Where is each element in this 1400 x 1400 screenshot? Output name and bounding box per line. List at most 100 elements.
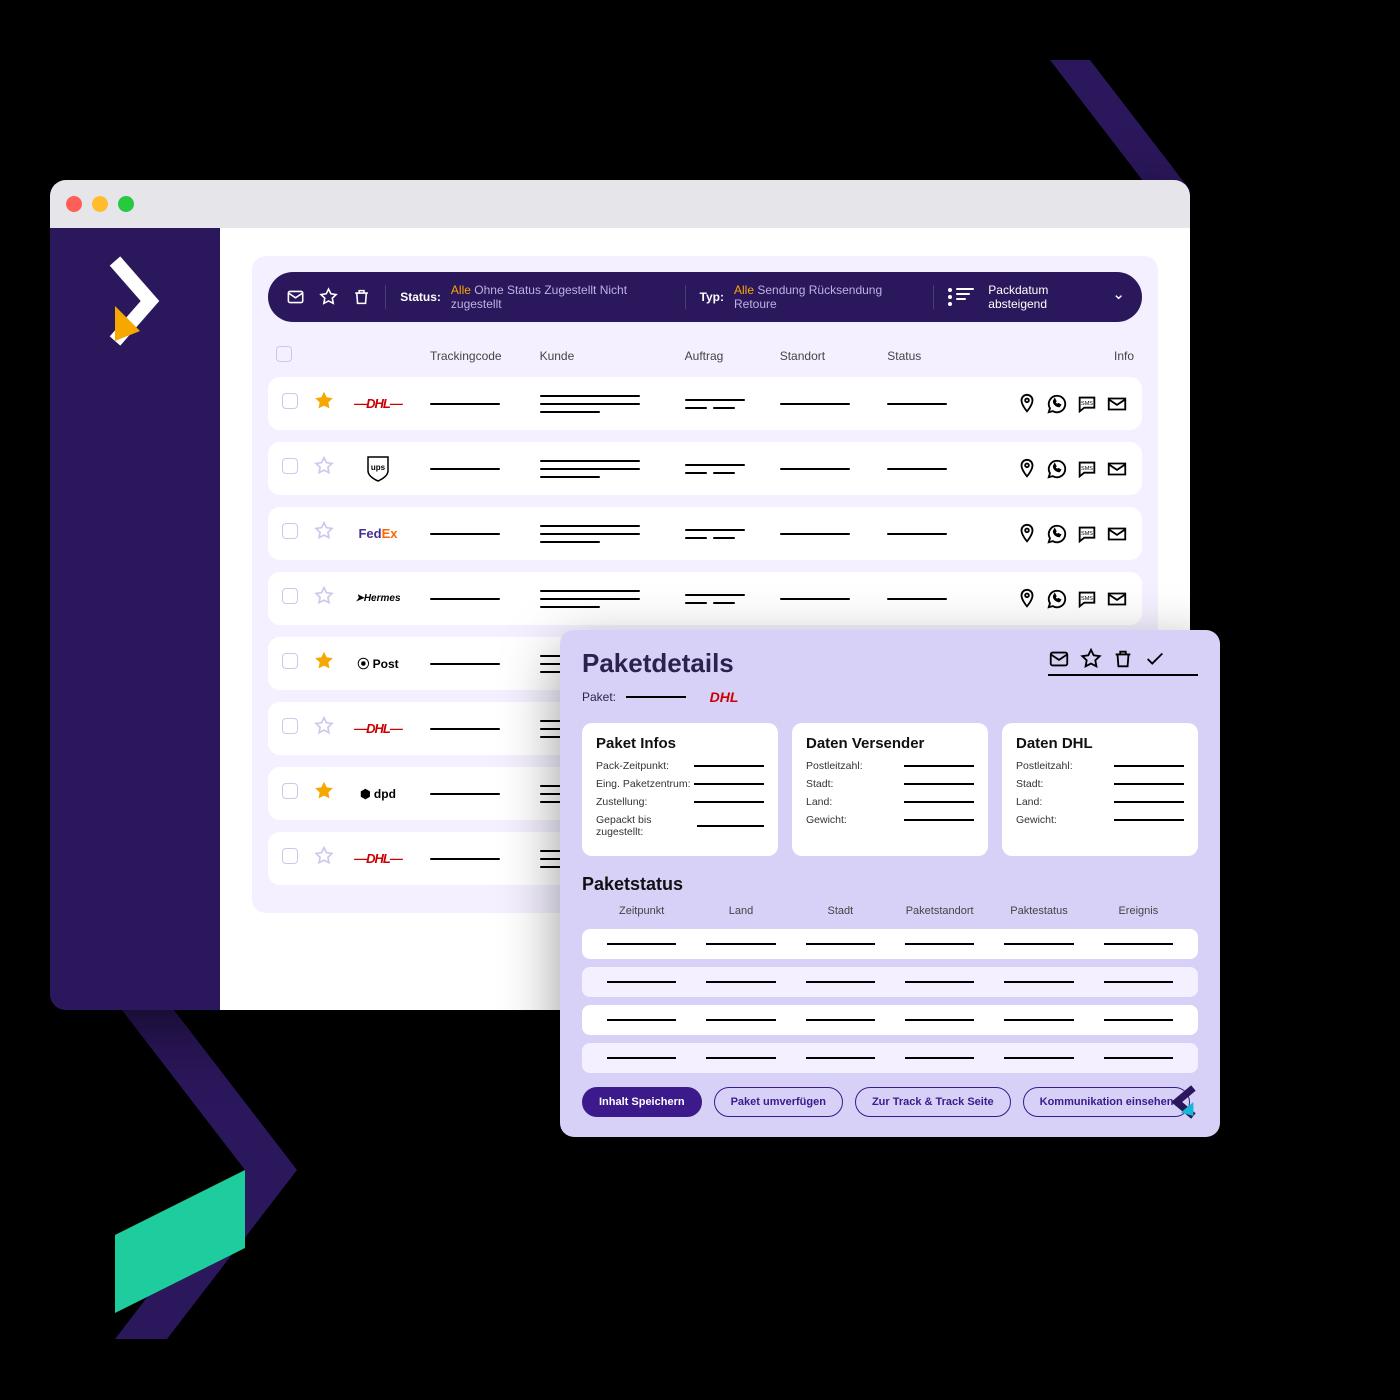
- row-checkbox[interactable]: [282, 848, 298, 864]
- filter-option[interactable]: Ohne Status: [474, 283, 541, 297]
- star-icon[interactable]: [1080, 648, 1102, 670]
- package-details-modal: Paketdetails Paket: DHL Paket Infos Pack…: [560, 630, 1220, 1137]
- whatsapp-icon[interactable]: [1046, 523, 1068, 545]
- sort-icon: [948, 288, 974, 306]
- carrier-badge: —DHL—: [350, 717, 406, 741]
- star-icon[interactable]: [314, 456, 334, 476]
- row-checkbox[interactable]: [282, 458, 298, 474]
- paket-label: Paket:: [582, 690, 616, 704]
- status-label: Status:: [400, 290, 441, 304]
- separator: [685, 285, 686, 309]
- card-paket-infos: Paket Infos Pack-Zeitpunkt:Eing. Paketze…: [582, 723, 778, 856]
- whatsapp-icon[interactable]: [1046, 458, 1068, 480]
- status-row[interactable]: [582, 1043, 1198, 1073]
- row-checkbox[interactable]: [282, 653, 298, 669]
- star-icon[interactable]: [314, 651, 334, 671]
- paket-carrier-badge: DHL: [696, 685, 752, 709]
- bg-chevron-bottom: [115, 1000, 375, 1340]
- pin-icon[interactable]: [1016, 523, 1038, 545]
- info-icons: SMS: [982, 588, 1128, 610]
- card-title: Daten Versender: [806, 735, 974, 752]
- star-icon[interactable]: [314, 521, 334, 541]
- filter-option[interactable]: Alle: [451, 283, 471, 297]
- row-checkbox[interactable]: [282, 783, 298, 799]
- star-icon[interactable]: [314, 846, 334, 866]
- card-dhl: Daten DHL Postleitzahl:Stadt:Land:Gewich…: [1002, 723, 1198, 856]
- star-icon[interactable]: [314, 391, 334, 411]
- col-info: Info: [974, 346, 1142, 365]
- carrier-badge: ups: [350, 457, 406, 481]
- mail-icon[interactable]: [1106, 458, 1128, 480]
- mail-icon[interactable]: [1048, 648, 1070, 670]
- kv-row: Gewicht:: [1016, 814, 1184, 826]
- status-col: Stadt: [791, 905, 890, 917]
- filter-bar: Status: Alle Ohne Status Zugestellt Nich…: [268, 272, 1142, 322]
- paketstatus-title: Paketstatus: [582, 874, 1198, 895]
- carrier-badge: ⬢ dpd: [350, 782, 406, 806]
- window-min-dot[interactable]: [92, 196, 108, 212]
- mail-icon[interactable]: [1106, 588, 1128, 610]
- track-button[interactable]: Zur Track & Track Seite: [855, 1087, 1011, 1117]
- star-icon[interactable]: [319, 287, 338, 307]
- table-row[interactable]: FedExSMS: [268, 507, 1142, 560]
- filter-option[interactable]: Alle: [734, 283, 754, 297]
- row-checkbox[interactable]: [282, 588, 298, 604]
- check-icon[interactable]: [1144, 648, 1166, 670]
- col-tracking: Trackingcode: [422, 346, 532, 365]
- sort-dropdown[interactable]: Packdatum absteigend: [948, 283, 1124, 311]
- kv-row: Zustellung:: [596, 796, 764, 808]
- status-row[interactable]: [582, 1005, 1198, 1035]
- whatsapp-icon[interactable]: [1046, 588, 1068, 610]
- star-icon[interactable]: [314, 781, 334, 801]
- sms-icon[interactable]: SMS: [1076, 588, 1098, 610]
- pin-icon[interactable]: [1016, 458, 1038, 480]
- kv-row: Land:: [806, 796, 974, 808]
- col-customer: Kunde: [532, 346, 677, 365]
- status-row[interactable]: [582, 929, 1198, 959]
- table-row[interactable]: —DHL—SMS: [268, 377, 1142, 430]
- move-button[interactable]: Paket umverfügen: [714, 1087, 843, 1117]
- kv-row: Stadt:: [1016, 778, 1184, 790]
- save-button[interactable]: Inhalt Speichern: [582, 1087, 702, 1117]
- star-icon[interactable]: [314, 586, 334, 606]
- whatsapp-icon[interactable]: [1046, 393, 1068, 415]
- kv-row: Stadt:: [806, 778, 974, 790]
- sms-icon[interactable]: SMS: [1076, 523, 1098, 545]
- mail-icon[interactable]: [1106, 523, 1128, 545]
- sidebar: [50, 228, 220, 1010]
- info-icons: SMS: [982, 458, 1128, 480]
- svg-text:SMS: SMS: [1081, 400, 1093, 406]
- select-all-checkbox[interactable]: [276, 346, 292, 362]
- star-icon[interactable]: [314, 716, 334, 736]
- info-icons: SMS: [982, 393, 1128, 415]
- sms-icon[interactable]: SMS: [1076, 458, 1098, 480]
- row-checkbox[interactable]: [282, 718, 298, 734]
- table-row[interactable]: ➤Hermes SMS: [268, 572, 1142, 625]
- filter-option[interactable]: Sendung: [757, 283, 805, 297]
- table-row[interactable]: ups SMS: [268, 442, 1142, 495]
- mail-icon[interactable]: [286, 287, 305, 307]
- window-close-dot[interactable]: [66, 196, 82, 212]
- filter-option[interactable]: Retoure: [734, 297, 777, 311]
- trash-icon[interactable]: [1112, 648, 1134, 670]
- row-checkbox[interactable]: [282, 523, 298, 539]
- separator: [385, 285, 386, 309]
- type-label: Typ:: [700, 290, 724, 304]
- pin-icon[interactable]: [1016, 393, 1038, 415]
- mail-icon[interactable]: [1106, 393, 1128, 415]
- card-title: Paket Infos: [596, 735, 764, 752]
- status-row[interactable]: [582, 967, 1198, 997]
- filter-option[interactable]: Zugestellt: [544, 283, 596, 297]
- info-icons: SMS: [982, 523, 1128, 545]
- svg-text:SMS: SMS: [1081, 465, 1093, 471]
- row-checkbox[interactable]: [282, 393, 298, 409]
- carrier-badge: ➤Hermes: [350, 587, 406, 611]
- filter-option[interactable]: Rücksendung: [809, 283, 882, 297]
- pin-icon[interactable]: [1016, 588, 1038, 610]
- modal-underline: [1048, 674, 1198, 676]
- window-max-dot[interactable]: [118, 196, 134, 212]
- trash-icon[interactable]: [352, 287, 371, 307]
- app-logo-icon: [105, 256, 165, 346]
- sms-icon[interactable]: SMS: [1076, 393, 1098, 415]
- carrier-badge: ⦿ Post: [350, 652, 406, 676]
